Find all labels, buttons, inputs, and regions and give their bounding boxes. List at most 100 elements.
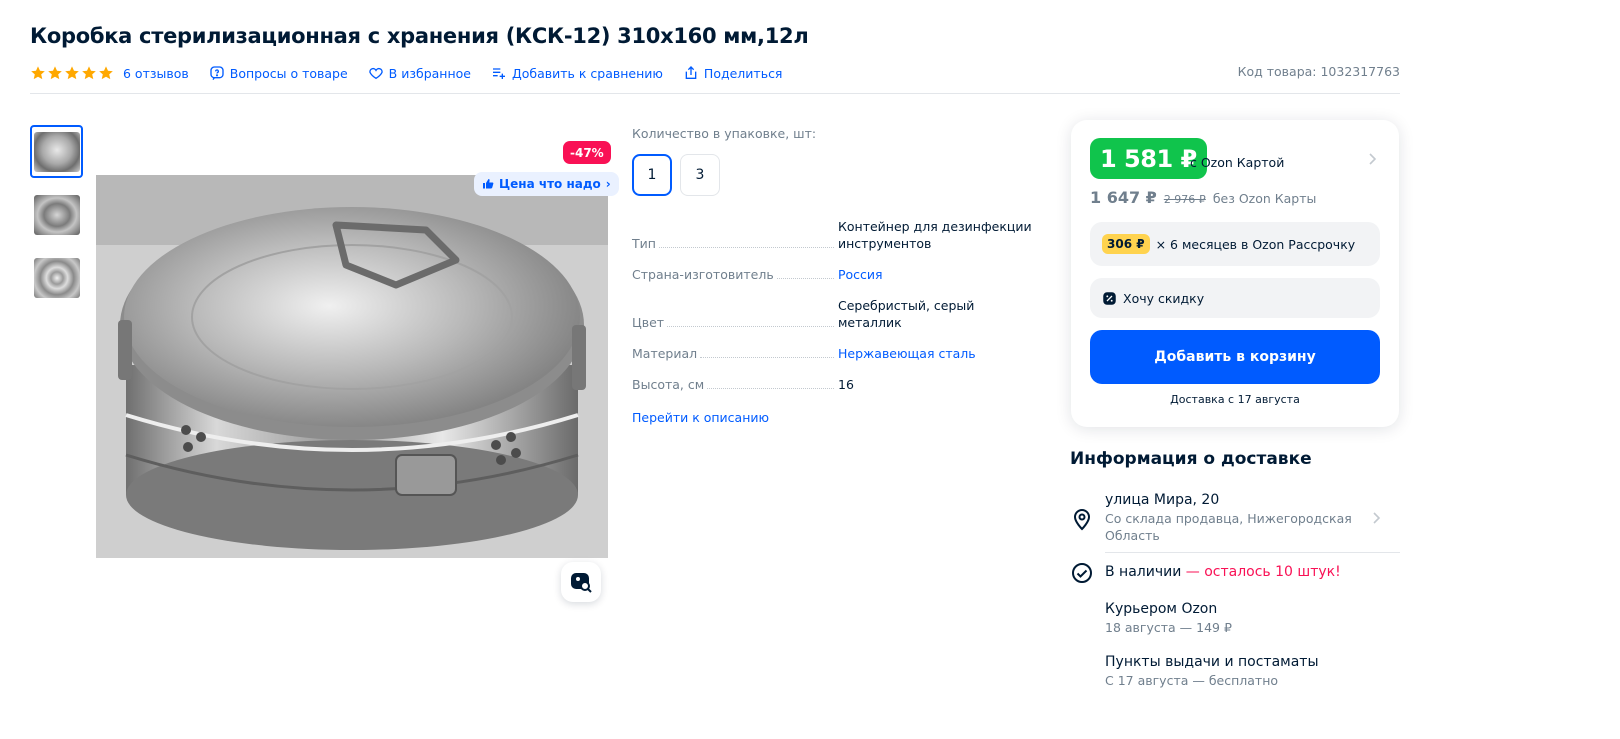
spec-list: Тип Контейнер для дезинфекции инструмент… (632, 218, 1032, 407)
spec-key-wrap: Материал (632, 346, 838, 362)
header-divider (30, 93, 1400, 94)
spec-key-wrap: Цвет (632, 315, 838, 331)
chevron-right-icon: › (605, 177, 611, 191)
spec-key: Тип (632, 236, 656, 251)
product-title: Коробка стерилизационная с хранения (КСК… (30, 24, 809, 48)
card-price-note: с Ozon Картой (1190, 155, 1285, 170)
qty-label: Количество в упаковке, шт: (632, 126, 817, 141)
questions-label: Вопросы о товаре (229, 65, 348, 81)
spec-key: Страна-изготовитель (632, 267, 774, 282)
installment-text: × 6 месяцев в Ozon Рассрочку (1155, 236, 1356, 252)
reviews-label: 6 отзывов (123, 65, 189, 81)
location-pin-icon (1073, 509, 1091, 531)
image-search-button[interactable] (561, 562, 601, 602)
delivery-address[interactable]: улица Мира, 20 (1105, 492, 1219, 508)
spec-value: 16 (838, 377, 854, 392)
star-icon (82, 66, 96, 80)
star-icon (65, 66, 79, 80)
main-product-image[interactable] (96, 175, 608, 558)
image-search-icon (571, 573, 592, 593)
spec-dots (700, 357, 834, 358)
spec-value-link[interactable]: Нержавеющая сталь (838, 345, 1032, 362)
price-card: 1 581 ₽ с Ozon Картой 1 647 ₽ 2 976 ₽ бе… (1071, 120, 1399, 427)
spec-key: Высота, см (632, 377, 705, 392)
delivery-option-title: Курьером Ozon (1105, 601, 1218, 617)
spec-value: Серебристый, серый металлик (838, 298, 975, 330)
compare-list-icon (492, 68, 505, 79)
spec-value: Контейнер для дезинфекции инструментов (838, 219, 1032, 251)
delivery-separator (1105, 552, 1400, 553)
qty-option-3[interactable]: 3 (680, 154, 720, 196)
delivery-address-sub: Со склада продавца, Нижегородская Област… (1105, 511, 1352, 543)
questions-link[interactable]: Вопросы о товаре (209, 65, 348, 81)
thumbnail-image (33, 131, 80, 172)
old-price: 2 976 ₽ (1163, 193, 1206, 206)
chevron-right-icon[interactable] (1372, 511, 1382, 525)
delivery-option-sub: С 17 августа — бесплатно (1105, 673, 1279, 688)
product-page: Коробка стерилизационная с хранения (КСК… (0, 0, 1620, 739)
favorite-link[interactable]: В избранное (368, 65, 471, 81)
spec-row: Тип Контейнер для дезинфекции инструмент… (632, 218, 1032, 252)
spec-dots (658, 247, 834, 248)
add-to-cart-button[interactable]: Добавить в корзину (1090, 330, 1380, 384)
spec-key-wrap: Высота, см (632, 377, 838, 393)
want-discount-label: Хочу скидку (1123, 290, 1205, 306)
good-price-badge[interactable]: Цена что надо › (474, 172, 619, 196)
product-sku[interactable]: Код товара: 1032317763 (1238, 64, 1400, 79)
spec-row: Страна-изготовитель Россия (632, 266, 1032, 283)
stock-status: В наличии — осталось 10 штук! (1105, 564, 1341, 580)
product-actions: 6 отзывов Вопросы о товаре В избранное Д… (30, 62, 802, 84)
gallery-thumbnails (30, 125, 83, 304)
heart-icon (369, 67, 383, 80)
thumbnail-2[interactable] (30, 188, 83, 241)
regular-price: 1 647 ₽ (1090, 188, 1157, 207)
delivery-info-title: Информация о доставке (1070, 449, 1312, 469)
spec-key-wrap: Тип (632, 236, 838, 252)
spec-row: Высота, см 16 (632, 376, 1032, 393)
spec-dots (667, 326, 834, 327)
thumbs-up-icon (483, 179, 494, 189)
delivery-option-sub: 18 августа — 149 ₽ (1105, 620, 1232, 635)
spec-key: Цвет (632, 315, 665, 330)
installment-offer[interactable]: 306 ₽ × 6 месяцев в Ozon Рассрочку (1090, 222, 1380, 266)
share-icon (685, 66, 697, 79)
spec-row: Цвет Серебристый, серый металлик (632, 297, 1032, 331)
regular-price-note: без Ozon Карты (1212, 191, 1317, 206)
thumbnail-1[interactable] (30, 125, 83, 178)
good-price-label: Цена что надо (499, 177, 601, 191)
star-icon (31, 66, 45, 80)
stock-warning: — осталось 10 штук! (1181, 564, 1341, 580)
installment-amount: 306 ₽ (1102, 234, 1150, 254)
want-discount-button[interactable]: Хочу скидку (1090, 278, 1380, 318)
question-bubble-icon (210, 66, 224, 81)
rating-stars[interactable] (30, 65, 114, 81)
delivery-option-title: Пункты выдачи и постаматы (1105, 654, 1319, 670)
check-circle-icon (1072, 563, 1092, 583)
chevron-right-icon[interactable] (1367, 152, 1379, 166)
delivery-date-note: Доставка с 17 августа (1170, 393, 1300, 406)
spec-key: Материал (632, 346, 698, 361)
discount-tag-icon (1103, 291, 1116, 305)
qty-option-1[interactable]: 1 (632, 154, 672, 196)
thumbnail-image (33, 257, 80, 298)
spec-dots (707, 388, 834, 389)
share-link[interactable]: Поделиться (683, 65, 783, 81)
star-icon (99, 66, 113, 80)
spec-dots (776, 278, 834, 279)
qty-options: 1 3 (632, 154, 720, 196)
star-icon (48, 66, 62, 80)
spec-row: Материал Нержавеющая сталь (632, 345, 1032, 362)
compare-link[interactable]: Добавить к сравнению (491, 65, 663, 81)
discount-badge: -47% (563, 141, 611, 164)
stock-label: В наличии (1105, 564, 1182, 580)
goto-description-link[interactable]: Перейти к описанию (632, 410, 769, 425)
compare-label: Добавить к сравнению (511, 65, 663, 81)
share-label: Поделиться (703, 65, 783, 81)
reviews-link[interactable]: 6 отзывов (123, 66, 189, 81)
thumbnail-image (33, 194, 80, 235)
spec-value-link[interactable]: Россия (838, 266, 1032, 283)
thumbnail-3[interactable] (30, 251, 83, 304)
sterilization-box-illustration (96, 175, 608, 558)
spec-key-wrap: Страна-изготовитель (632, 267, 838, 283)
favorite-label: В избранное (388, 65, 471, 81)
